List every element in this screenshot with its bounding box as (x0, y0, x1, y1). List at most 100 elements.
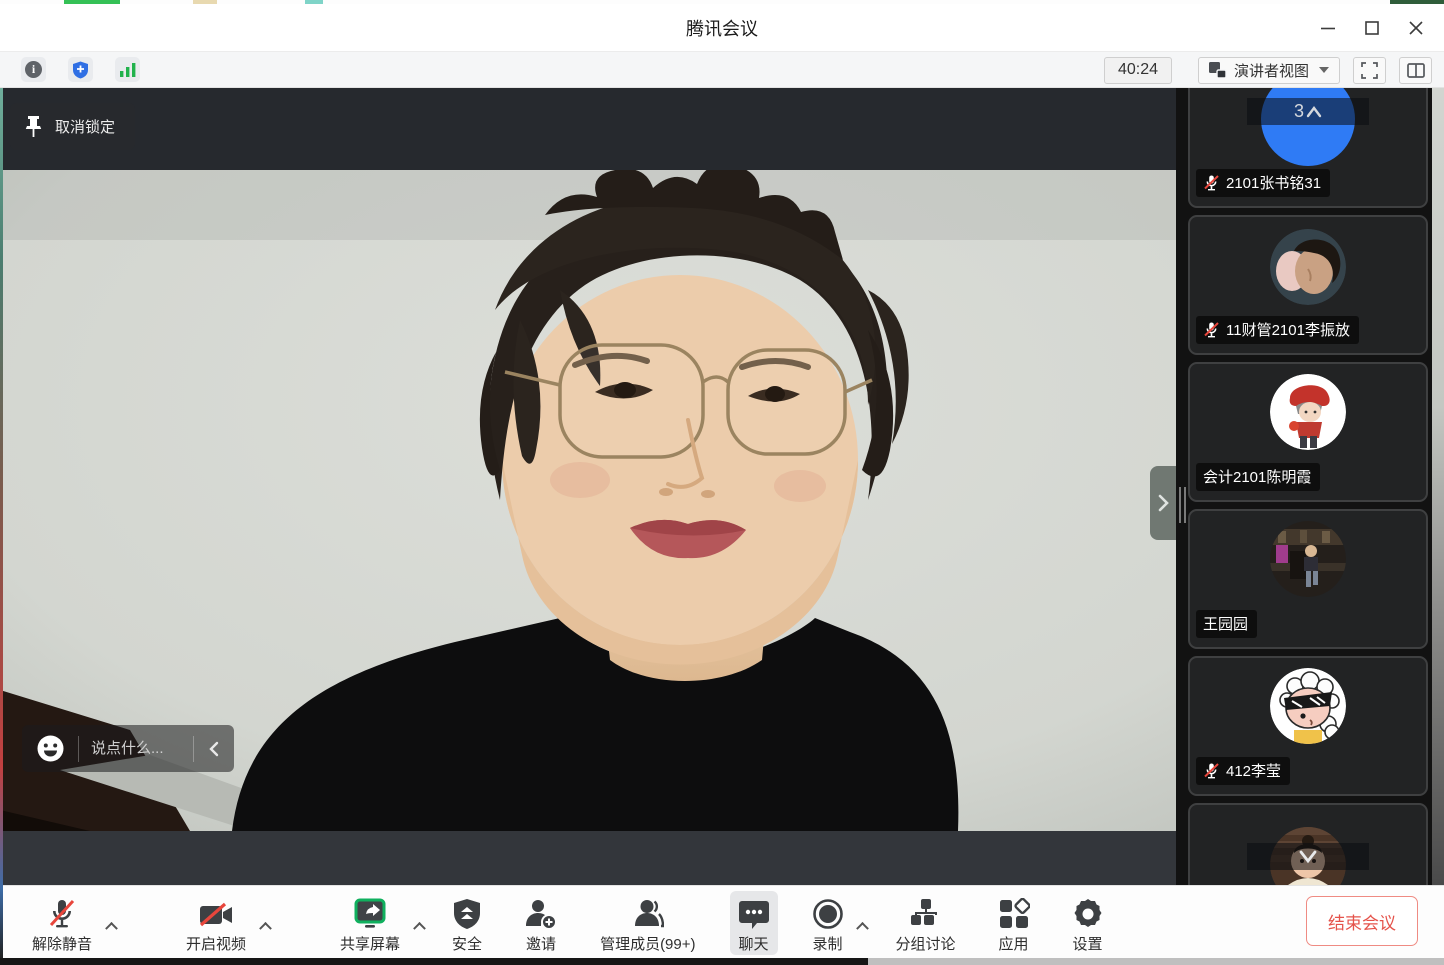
start-video-button[interactable]: 开启视频 (178, 891, 254, 955)
participant-tile[interactable] (1188, 803, 1428, 885)
window-controls (1306, 4, 1438, 52)
emoji-button[interactable] (22, 735, 78, 762)
view-selector-label: 演讲者视图 (1234, 60, 1309, 81)
quick-chat-input[interactable] (79, 740, 193, 757)
video-options-chevron[interactable] (254, 893, 276, 957)
button-label: 录制 (812, 933, 842, 954)
members-icon (632, 896, 664, 930)
button-label: 聊天 (738, 933, 768, 954)
desktop-edge-right (1432, 88, 1444, 885)
avatar (1270, 229, 1346, 305)
settings-button[interactable]: 设置 (1064, 891, 1112, 955)
breakout-rooms-icon (910, 896, 942, 930)
button-label: 管理成员(99+) (600, 933, 695, 954)
tencent-meeting-window: 腾讯会议 i 40:24 演讲者视图 (0, 0, 1444, 965)
chat-bubble-icon (738, 896, 770, 930)
participant-name: 11财管2101李振放 (1226, 319, 1350, 340)
chevron-down-icon (1319, 67, 1329, 73)
camera-off-icon (198, 896, 234, 930)
button-label: 安全 (452, 933, 482, 954)
status-toolbar-right: 40:24 演讲者视图 (1104, 56, 1432, 84)
record-button[interactable]: 录制 (804, 891, 852, 955)
bottom-toolbar: 解除静音 开启视频 共享屏幕 安全 (0, 885, 1444, 958)
titlebar: 腾讯会议 (0, 4, 1444, 52)
avatar (1270, 521, 1346, 597)
mic-muted-icon (1203, 762, 1220, 779)
participant-name: 会计2101陈明霞 (1203, 466, 1311, 487)
sidebar-resize-grip[interactable] (1179, 487, 1186, 523)
network-signal-icon[interactable] (115, 57, 140, 82)
button-label: 分组讨论 (896, 933, 956, 954)
stage-letterbox (0, 831, 1176, 885)
invite-person-icon (524, 896, 558, 930)
participant-tile[interactable]: 会计2101陈明霞 (1188, 362, 1428, 502)
button-label: 解除静音 (32, 933, 92, 954)
share-screen-icon (352, 896, 388, 930)
layout-view-icon (1209, 62, 1227, 78)
participants-sidebar: 3 2101张书铭31 11财管2101李振放 (1176, 88, 1432, 885)
end-meeting-button[interactable]: 结束会议 (1306, 896, 1418, 946)
avatar (1270, 668, 1346, 744)
button-label: 设置 (1073, 933, 1103, 954)
shield-protect-icon[interactable] (68, 57, 93, 82)
participant-tile[interactable]: 3 2101张书铭31 (1188, 88, 1428, 208)
main-area: 取消锁定 (0, 88, 1444, 885)
unpin-button-label: 取消锁定 (55, 116, 115, 137)
fullscreen-button[interactable] (1353, 57, 1386, 84)
close-button[interactable] (1394, 8, 1438, 48)
mic-muted-icon (1203, 174, 1220, 191)
chevron-down-icon (1299, 850, 1317, 864)
minimize-button[interactable] (1306, 8, 1350, 48)
participant-tile[interactable]: 王园园 (1188, 509, 1428, 649)
participant-tile[interactable]: 412李莹 (1188, 656, 1428, 796)
invite-button[interactable]: 邀请 (516, 891, 566, 955)
collapse-chat-button[interactable] (194, 741, 234, 757)
gear-icon (1072, 896, 1104, 930)
mic-muted-icon (1203, 321, 1220, 338)
audio-options-chevron[interactable] (100, 893, 122, 957)
apps-grid-icon (998, 896, 1030, 930)
button-label: 邀请 (526, 933, 556, 954)
record-icon (812, 896, 844, 930)
participant-tile[interactable]: 11财管2101李振放 (1188, 215, 1428, 355)
unmute-button[interactable]: 解除静音 (24, 891, 100, 955)
participant-name: 王园园 (1203, 613, 1248, 634)
participant-nametag: 11财管2101李振放 (1196, 316, 1359, 344)
avatar (1270, 374, 1346, 450)
pin-icon (24, 116, 43, 138)
desktop-edge-bottom (0, 958, 1444, 965)
side-panel-toggle-button[interactable] (1399, 57, 1432, 84)
status-toolbar: i 40:24 演讲者视图 (0, 52, 1444, 88)
manage-members-button[interactable]: 管理成员(99+) (592, 891, 703, 955)
breakout-rooms-button[interactable]: 分组讨论 (888, 891, 964, 955)
participant-nametag: 王园园 (1196, 610, 1257, 638)
view-selector[interactable]: 演讲者视图 (1198, 57, 1340, 84)
scroll-up-indicator[interactable]: 3 (1247, 98, 1369, 125)
participant-name: 2101张书铭31 (1226, 172, 1321, 193)
participant-nametag: 2101张书铭31 (1196, 169, 1330, 197)
security-shield-icon (453, 896, 481, 930)
record-options-chevron[interactable] (852, 893, 874, 957)
apps-button[interactable]: 应用 (990, 891, 1038, 955)
chat-button[interactable]: 聊天 (730, 891, 778, 955)
maximize-button[interactable] (1350, 8, 1394, 48)
scroll-down-indicator[interactable] (1247, 843, 1369, 870)
share-screen-button[interactable]: 共享屏幕 (332, 891, 408, 955)
speaker-stage: 取消锁定 (0, 88, 1176, 885)
meeting-info-icon[interactable]: i (21, 57, 46, 82)
button-label: 共享屏幕 (340, 933, 400, 954)
unpin-button[interactable]: 取消锁定 (10, 103, 135, 150)
participant-name: 412李莹 (1226, 760, 1281, 781)
desktop-edge-left (0, 88, 3, 958)
window-title: 腾讯会议 (686, 15, 758, 41)
participant-nametag: 会计2101陈明霞 (1196, 463, 1320, 491)
chevron-up-icon (1306, 105, 1322, 118)
sidebar-collapse-handle[interactable] (1150, 466, 1176, 540)
meeting-timer: 40:24 (1104, 57, 1172, 84)
share-options-chevron[interactable] (408, 893, 430, 957)
scroll-up-count: 3 (1294, 101, 1304, 122)
button-label: 开启视频 (186, 933, 246, 954)
quick-chat-bar (22, 725, 234, 772)
security-button[interactable]: 安全 (444, 891, 490, 955)
button-label: 应用 (999, 933, 1029, 954)
